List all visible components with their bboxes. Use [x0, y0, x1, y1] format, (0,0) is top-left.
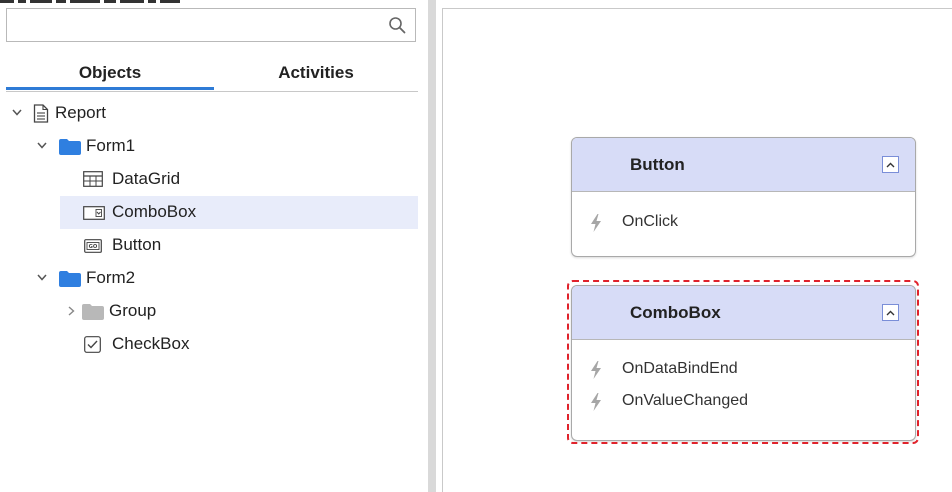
combobox-icon	[83, 206, 105, 220]
tree-item-label: DataGrid	[112, 169, 181, 188]
tree-item-label: Report	[55, 103, 107, 122]
chevron-up-icon	[886, 162, 895, 167]
event-card-button[interactable]: Button OnClick	[571, 137, 916, 257]
card-title: ComboBox	[630, 303, 721, 322]
tree-item-checkbox[interactable]: CheckBox	[6, 328, 418, 361]
folder-icon	[59, 271, 81, 287]
tree-item-label: Group	[109, 301, 157, 320]
folder-icon	[59, 139, 81, 155]
tree-item-label: CheckBox	[112, 334, 190, 353]
event-label: OnClick	[622, 213, 679, 230]
tree-item-group[interactable]: Group	[6, 295, 418, 328]
tree-item-label: Form1	[86, 136, 136, 155]
tree-item-combobox[interactable]: ComboBox	[60, 196, 418, 229]
object-explorer-panel: Objects Activities Report Form1 DataGrid…	[0, 0, 422, 492]
tree-item-form1[interactable]: Form1	[6, 130, 418, 163]
tree-item-form2[interactable]: Form2	[6, 262, 418, 295]
tabs-divider	[6, 91, 418, 92]
lightning-icon	[591, 214, 601, 232]
search-input[interactable]	[6, 8, 416, 42]
event-list: OnDataBindEnd OnValueChanged	[572, 340, 915, 417]
tree-item-label: Button	[112, 235, 162, 254]
lightning-icon	[591, 393, 601, 411]
object-tree: Report Form1 DataGrid ComboBox GO Button…	[6, 97, 418, 361]
card-header: Button	[572, 138, 915, 192]
event-label: OnValueChanged	[622, 392, 749, 409]
event-item[interactable]: OnDataBindEnd	[572, 353, 915, 385]
folder-icon	[82, 304, 104, 320]
panel-splitter[interactable]	[428, 0, 436, 492]
lightning-icon	[591, 361, 601, 379]
button-icon: GO	[84, 239, 102, 253]
event-card-combobox[interactable]: ComboBox OnDataBindEnd OnValueChanged	[571, 285, 916, 441]
collapse-button[interactable]	[882, 304, 899, 321]
event-list: OnClick	[572, 192, 915, 238]
tree-item-report[interactable]: Report	[6, 97, 418, 130]
checkbox-icon	[84, 336, 101, 353]
search-icon[interactable]	[388, 16, 406, 34]
collapse-button[interactable]	[882, 156, 899, 173]
tree-item-label: Form2	[86, 268, 136, 287]
tree-item-datagrid[interactable]: DataGrid	[6, 163, 418, 196]
chevron-right-icon[interactable]	[64, 295, 78, 326]
event-canvas: Button OnClick ComboBox OnDataBindEnd On…	[442, 8, 952, 492]
chevron-down-icon[interactable]	[35, 130, 49, 161]
card-title: Button	[630, 155, 685, 174]
datagrid-icon	[83, 171, 103, 187]
tab-activities[interactable]: Activities	[214, 58, 418, 92]
chevron-down-icon[interactable]	[10, 97, 24, 128]
chevron-down-icon[interactable]	[35, 262, 49, 293]
svg-text:GO: GO	[89, 244, 98, 250]
tree-item-button[interactable]: GO Button	[6, 229, 418, 262]
document-icon	[33, 104, 49, 123]
event-label: OnDataBindEnd	[622, 360, 738, 377]
panel-tabs: Objects Activities	[6, 58, 418, 92]
tree-item-label: ComboBox	[112, 202, 197, 221]
event-item[interactable]: OnValueChanged	[572, 385, 915, 417]
active-tab-indicator	[6, 87, 214, 90]
card-header: ComboBox	[572, 286, 915, 340]
chevron-up-icon	[886, 310, 895, 315]
event-item[interactable]: OnClick	[572, 206, 915, 238]
